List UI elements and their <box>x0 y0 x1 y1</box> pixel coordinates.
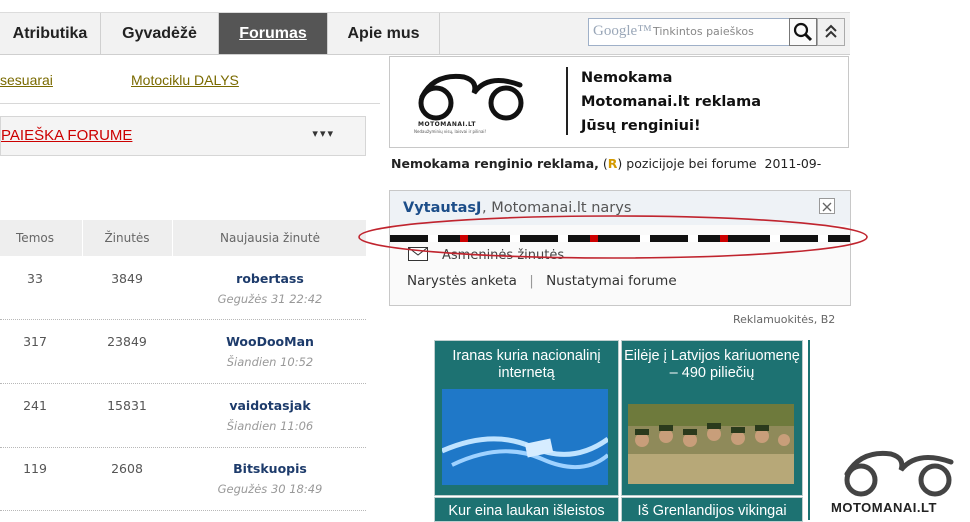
highlight-ellipse <box>358 215 868 259</box>
news-tile[interactable]: Iranas kuria nacionalinį internetą <box>434 340 619 496</box>
divider <box>0 103 380 104</box>
latest-author-link[interactable]: Bitskuopis <box>174 461 366 476</box>
table-row: 317 23849 WooDooMan Šiandien 10:52 <box>0 320 366 384</box>
posts-count: 3849 <box>111 271 143 286</box>
table-row: 119 2608 Bitskuopis Gegužės 30 18:49 <box>0 447 366 511</box>
ad-line-3: Jūsų renginiui! <box>581 118 701 134</box>
latest-date: Gegužės 31 22:42 <box>217 292 323 306</box>
column-header-posts: Žinutės <box>104 231 150 245</box>
posts-count: 15831 <box>107 398 147 413</box>
user-links: Narystės anketa | Nustatymai forume <box>407 273 677 289</box>
promo-r-close: ) <box>617 156 623 171</box>
google-logo: Google™ <box>593 23 652 39</box>
table-row: 241 15831 vaidotasjak Šiandien 11:06 <box>0 384 366 448</box>
news-title: Iranas kuria nacionalinį internetą <box>452 348 601 381</box>
double-chevron-up-icon <box>825 24 837 38</box>
latest-date: Šiandien 10:52 <box>226 355 314 369</box>
topics-count: 119 <box>23 461 47 476</box>
advertise-link[interactable]: Reklamuokitės, B2 <box>733 313 835 326</box>
ad-line-2: Motomanai.lt reklama <box>581 94 761 110</box>
carousel-edge <box>808 340 810 520</box>
column-separator <box>82 220 83 256</box>
ad-banner[interactable]: MOTOMANAI.LT Nedaužyminių visų, laisvai … <box>389 56 849 148</box>
expand-arrows-icon[interactable]: ▾▾▾ <box>312 127 335 140</box>
nav-item-apie-mus[interactable]: Apie mus <box>328 13 440 54</box>
posts-count: 2608 <box>111 461 143 476</box>
ad-headline: Nemokama Motomanai.lt reklama Jūsų rengi… <box>581 66 761 138</box>
posts-count: 23849 <box>107 334 147 349</box>
forum-search-link[interactable]: PAIEŠKA FORUME <box>1 127 132 144</box>
column-header-topics: Temos <box>16 231 54 245</box>
motorcycle-logo-icon <box>418 73 524 121</box>
ad-line-1: Nemokama <box>581 70 673 86</box>
news-title: Iš Grenlandijos vikingai <box>637 503 787 519</box>
column-separator <box>172 220 173 256</box>
sublink-motociklu-dalys[interactable]: Motociklu DALYS <box>131 72 239 88</box>
search-icon <box>793 22 813 42</box>
table-row: 33 3849 robertass Gegužės 31 22:42 <box>0 256 366 320</box>
latest-author-link[interactable]: vaidotasjak <box>174 398 366 413</box>
promo-date: 2011-09- <box>764 156 822 171</box>
motorcycle-logo-icon <box>844 450 954 497</box>
ad-divider <box>566 67 568 135</box>
promo-text: Nemokama renginio reklama, <box>391 156 599 171</box>
news-title: Kur eina laukan išleistos <box>448 503 605 519</box>
nav-item-gyvadeze[interactable]: Gyvadėžė <box>101 13 219 54</box>
latest-author-link[interactable]: robertass <box>174 271 366 286</box>
forum-settings-link[interactable]: Nustatymai forume <box>546 273 677 289</box>
latest-date: Gegužės 30 18:49 <box>217 482 323 496</box>
news-tile[interactable]: Eilėje į Latvijos kariuomenę – 490 pilie… <box>621 340 803 496</box>
topics-count: 33 <box>27 271 43 286</box>
promo-r-label: R <box>607 156 618 171</box>
topics-count: 317 <box>23 334 47 349</box>
nav-item-forumas[interactable]: Forumas <box>219 13 328 54</box>
news-tile[interactable]: Kur eina laukan išleistos <box>434 497 619 522</box>
search-button[interactable] <box>789 18 817 46</box>
latest-date: Šiandien 11:06 <box>226 419 314 433</box>
news-tile[interactable]: Iš Grenlandijos vikingai <box>621 497 803 522</box>
soldiers-image <box>628 404 794 484</box>
network-cable-image <box>442 389 608 485</box>
watermark: MOTOMANAI.LT <box>827 446 970 520</box>
topics-count: 241 <box>23 398 47 413</box>
membership-profile-link[interactable]: Narystės anketa <box>407 273 517 289</box>
promo-line[interactable]: Nemokama renginio reklama, (R) pozicijoj… <box>391 156 821 171</box>
ad-logo-sub: Nedaužyminių visų, laisvai ir pilinai! <box>414 129 487 134</box>
latest-author-link[interactable]: WooDooMan <box>174 334 366 349</box>
collapse-button[interactable] <box>817 18 845 46</box>
link-separator: | <box>529 273 534 289</box>
promo-rest: pozicijoje bei forume <box>626 156 757 171</box>
watermark-text: MOTOMANAI.LT <box>831 500 937 515</box>
search-input[interactable]: Google™ Tinkintos paieškos <box>588 18 790 46</box>
ad-logo-text: MOTOMANAI.LT <box>418 121 476 128</box>
forum-search-bar[interactable]: PAIEŠKA FORUME ▾▾▾ <box>0 116 366 156</box>
sublink-aksesuarai[interactable]: sesuarai <box>0 72 53 88</box>
column-header-latest: Naujausia žinutė <box>220 231 320 245</box>
table-header: Temos Žinutės Naujausia žinutė <box>0 220 366 256</box>
search-placeholder: Tinkintos paieškos <box>653 25 754 38</box>
news-title: Eilėje į Latvijos kariuomenę – 490 pilie… <box>624 348 800 381</box>
nav-item-atributika[interactable]: Atributika <box>0 13 101 54</box>
